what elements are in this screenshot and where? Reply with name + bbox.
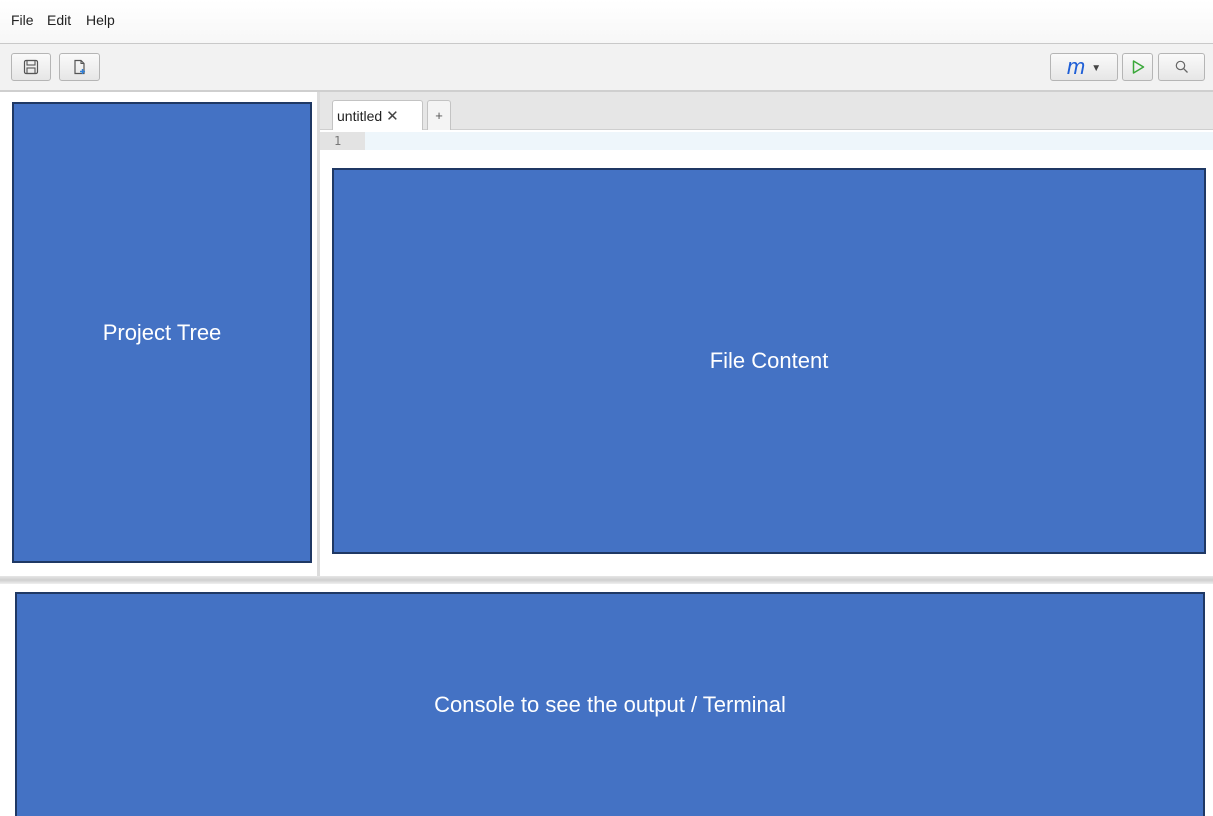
console-placeholder: Console to see the output / Terminal [15,592,1205,816]
new-file-icon [73,59,85,75]
menu-bar: File Edit Help [0,0,1213,44]
editor-tab-bar: untitled ✕ + [320,92,1213,130]
tab-label: untitled [337,107,383,124]
chevron-down-icon: ▼ [1091,63,1102,74]
close-icon[interactable]: ✕ [386,107,399,125]
add-tab-button[interactable]: + [427,100,451,130]
language-label: m [1066,54,1086,79]
search-button[interactable] [1158,53,1205,81]
editor-pane: untitled ✕ + 1 File Content [320,92,1213,576]
project-tree-pane: Project Tree [0,92,320,576]
toolbar: m ▼ [0,44,1213,92]
save-icon [23,59,39,75]
language-selector[interactable]: m ▼ [1050,53,1118,81]
plus-icon: + [435,108,443,123]
search-icon [1175,60,1188,73]
tab-untitled[interactable]: untitled ✕ [332,100,423,130]
pane-splitter[interactable] [0,576,1213,584]
console-label: Console to see the output / Terminal [434,692,786,717]
ide-window: File Edit Help m ▼ Project Tree untitled… [0,0,1213,816]
save-button[interactable] [11,53,51,81]
line-number: 1 [320,132,365,150]
file-content-placeholder: File Content [332,168,1206,554]
editor-current-line[interactable]: 1 [320,132,1213,150]
project-tree-label: Project Tree [102,319,222,345]
run-button[interactable] [1122,53,1153,81]
play-icon [1132,60,1144,74]
file-content-label: File Content [709,348,829,373]
project-tree-placeholder: Project Tree [12,102,312,563]
menu-help[interactable]: Help [86,12,115,28]
menu-file[interactable]: File [11,12,34,28]
menu-edit[interactable]: Edit [47,12,71,28]
console-pane: Console to see the output / Terminal [0,584,1213,816]
new-file-button[interactable] [59,53,100,81]
